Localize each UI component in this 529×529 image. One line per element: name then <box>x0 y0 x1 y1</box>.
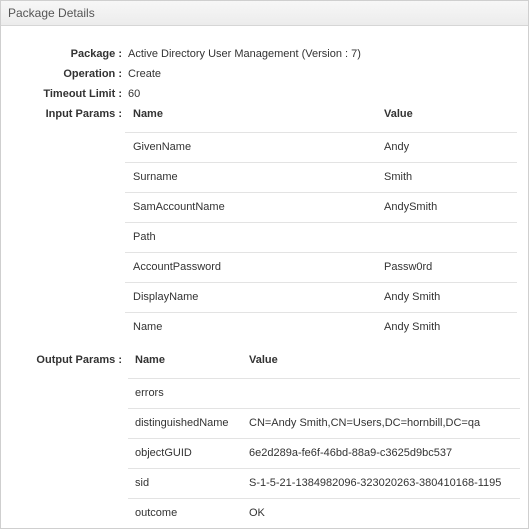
param-value: Smith <box>384 171 413 183</box>
param-name: GivenName <box>133 141 192 153</box>
param-value: Andy Smith <box>384 321 441 333</box>
package-details-panel: Package Details Package : Active Directo… <box>0 0 529 529</box>
table-row: SamAccountName AndySmith <box>125 192 517 222</box>
param-name: Surname <box>133 171 178 183</box>
input-params-label: Input Params : <box>45 108 122 120</box>
output-name-header: Name <box>135 354 165 366</box>
param-value: S-1-5-21-1384982096-323020263-380410168-… <box>249 477 502 489</box>
input-name-header: Name <box>133 108 163 120</box>
package-label: Package : <box>70 48 122 60</box>
param-name: sid <box>135 477 150 489</box>
panel-title: Package Details <box>1 1 528 26</box>
table-row: sid S-1-5-21-1384982096-323020263-380410… <box>128 468 520 498</box>
param-name: Name <box>133 321 163 333</box>
table-row: DisplayName Andy Smith <box>125 282 517 312</box>
param-value: Passw0rd <box>384 261 433 273</box>
table-row: Path <box>125 222 517 252</box>
param-name: AccountPassword <box>133 261 222 273</box>
timeout-value: 60 <box>128 88 141 100</box>
input-params-header-row: Name Value <box>125 102 517 132</box>
table-row: AccountPassword Passw0rd <box>125 252 517 282</box>
table-row: distinguishedName CN=Andy Smith,CN=Users… <box>128 408 520 438</box>
timeout-label: Timeout Limit : <box>43 88 122 100</box>
param-name: DisplayName <box>133 291 199 303</box>
param-name: outcome <box>135 507 178 519</box>
table-row: GivenName Andy <box>125 132 517 162</box>
output-params-table: Name Value errors distinguishedName CN=A… <box>128 348 520 528</box>
param-name: objectGUID <box>135 447 192 459</box>
package-value: Active Directory User Management (Versio… <box>128 48 361 60</box>
input-params-table: Name Value GivenName Andy Surname Smith … <box>125 102 517 342</box>
output-value-header: Value <box>249 354 278 366</box>
table-row: outcome OK <box>128 498 520 528</box>
param-value: CN=Andy Smith,CN=Users,DC=hornbill,DC=qa <box>249 417 481 429</box>
operation-label: Operation : <box>63 68 122 80</box>
param-value: Andy <box>384 141 410 153</box>
operation-value: Create <box>128 68 162 80</box>
param-value: 6e2d289a-fe6f-46bd-88a9-c3625d9bc537 <box>249 447 453 459</box>
param-name: distinguishedName <box>135 417 229 429</box>
table-row: Name Andy Smith <box>125 312 517 342</box>
param-name: SamAccountName <box>133 201 225 213</box>
output-params-label: Output Params : <box>36 354 122 366</box>
param-name: errors <box>135 387 164 399</box>
param-value: AndySmith <box>384 201 438 213</box>
table-row: Surname Smith <box>125 162 517 192</box>
output-params-header-row: Name Value <box>128 348 520 378</box>
param-value: OK <box>249 507 265 519</box>
table-row: errors <box>128 378 520 408</box>
param-value: Andy Smith <box>384 291 441 303</box>
table-row: objectGUID 6e2d289a-fe6f-46bd-88a9-c3625… <box>128 438 520 468</box>
input-value-header: Value <box>384 108 413 120</box>
param-name: Path <box>133 231 156 243</box>
